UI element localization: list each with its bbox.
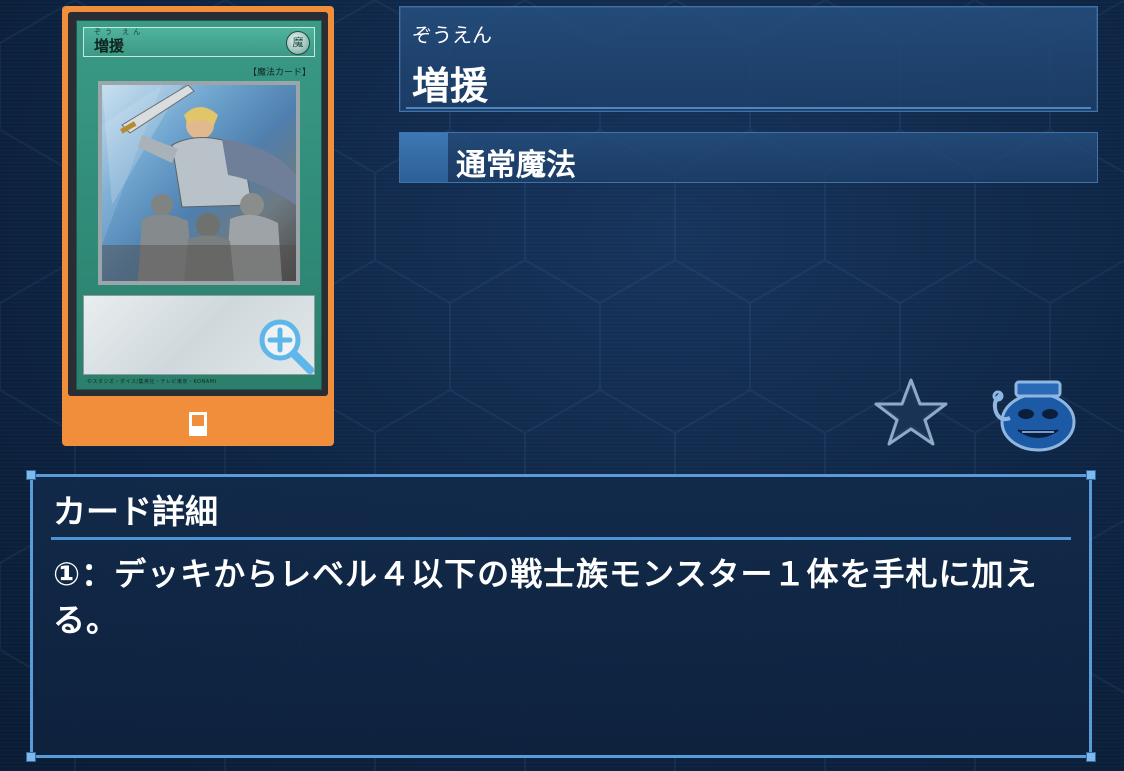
panel-corner: [26, 752, 36, 762]
panel-corner: [26, 470, 36, 480]
card-panel[interactable]: ぞう えん 増援 魔 【魔法カード】 ©スタジオ・ダイス/集英社・テレビ東京・K…: [62, 6, 334, 446]
card-artwork: [98, 81, 300, 285]
card-name: 増援: [94, 37, 125, 55]
detail-title: カード詳細: [53, 492, 218, 531]
detail-divider: [51, 537, 1071, 540]
pot-of-greed-icon[interactable]: [990, 374, 1080, 452]
magnify-plus-icon[interactable]: [256, 318, 316, 374]
card-name-panel: ぞうえん 増援: [399, 6, 1098, 112]
card-name-title: 増援: [412, 64, 489, 108]
card-type-label: 通常魔法: [456, 148, 576, 183]
star-icon[interactable]: [872, 376, 950, 448]
card-type-panel: 通常魔法: [399, 132, 1098, 183]
warrior-artwork-icon: [102, 85, 296, 281]
card-type-color-block: [400, 133, 448, 182]
card-name-box: ぞう えん 増援 魔: [83, 27, 315, 57]
card-icon[interactable]: [185, 411, 211, 437]
spell-attribute-icon: 魔: [286, 31, 310, 55]
card-detail-panel: カード詳細 ①：デッキからレベル４以下の戦士族モンスター１体を手札に加える。: [26, 470, 1096, 762]
card-copyright: ©スタジオ・ダイス/集英社・テレビ東京・KONAMI: [87, 379, 217, 385]
card-image[interactable]: ぞう えん 増援 魔 【魔法カード】 ©スタジオ・ダイス/集英社・テレビ東京・K…: [68, 12, 328, 396]
panel-corner: [1086, 752, 1096, 762]
card-effect-text: ①：デッキからレベル４以下の戦士族モンスター１体を手札に加える。: [53, 555, 1038, 639]
card-face: ぞう えん 増援 魔 【魔法カード】 ©スタジオ・ダイス/集英社・テレビ東京・K…: [76, 20, 322, 390]
card-type-tag: 【魔法カード】: [247, 68, 311, 78]
card-name-reading: ぞうえん: [412, 23, 492, 47]
card-text-box: [83, 295, 315, 375]
panel-corner: [1086, 470, 1096, 480]
